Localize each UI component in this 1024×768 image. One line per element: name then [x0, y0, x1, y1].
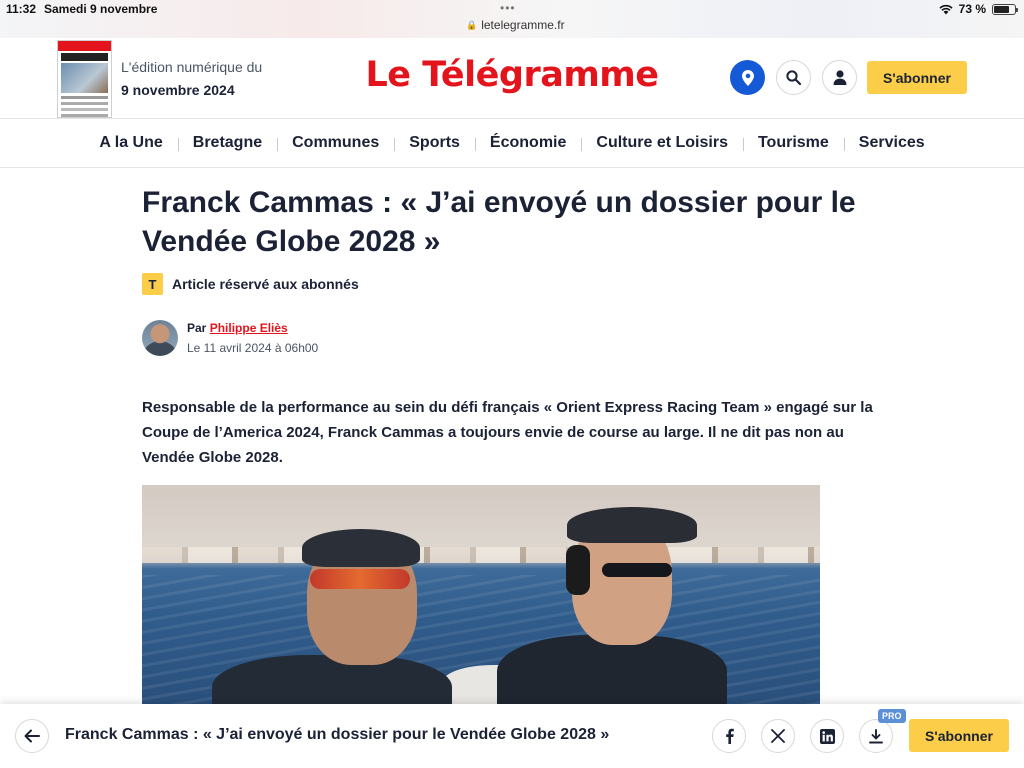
- subscriber-only-label: Article réservé aux abonnés: [172, 276, 359, 292]
- article-lead: Responsable de la performance au sein du…: [142, 399, 873, 466]
- site-header: L'édition numérique du 9 novembre 2024 L…: [0, 38, 1024, 119]
- back-arrow-icon: [24, 729, 40, 743]
- article-photo[interactable]: [142, 485, 820, 705]
- sticky-article-bar: Franck Cammas : « J’ai envoyé un dossier…: [0, 704, 1024, 768]
- status-indicators: 73 %: [939, 2, 1018, 16]
- share-linkedin-button[interactable]: [810, 719, 844, 753]
- search-button[interactable]: [776, 60, 811, 95]
- sticky-subscribe-button[interactable]: S'abonner: [909, 719, 1009, 752]
- linkedin-icon: [819, 728, 835, 744]
- share-facebook-button[interactable]: [712, 719, 746, 753]
- download-button[interactable]: [859, 719, 893, 753]
- edition-label[interactable]: L'édition numérique du: [121, 59, 262, 75]
- lock-icon: 🔒: [466, 19, 478, 30]
- share-x-button[interactable]: [761, 719, 795, 753]
- back-button[interactable]: [15, 719, 49, 753]
- nav-item-sports[interactable]: Sports: [394, 134, 475, 152]
- sticky-article-title: Franck Cammas : « J’ai envoyé un dossier…: [65, 726, 610, 743]
- tab-handle-icon[interactable]: •••: [500, 1, 516, 15]
- nav-item-tourisme[interactable]: Tourisme: [742, 134, 844, 152]
- battery-percent: 73 %: [958, 2, 986, 16]
- battery-icon: [992, 3, 1018, 15]
- nav-item-communes[interactable]: Communes: [277, 134, 394, 152]
- author-byline: Par Philippe Eliès: [187, 321, 288, 335]
- address-bar-url: letelegramme.fr: [481, 18, 565, 32]
- edition-date[interactable]: 9 novembre 2024: [121, 82, 235, 98]
- nav-item-a-la-une[interactable]: A la Une: [84, 134, 177, 152]
- author-avatar[interactable]: [142, 320, 178, 356]
- subscriber-badge-icon: T: [142, 273, 163, 295]
- subscriber-only-tag: T Article réservé aux abonnés: [142, 273, 359, 295]
- nav-item-services[interactable]: Services: [843, 134, 940, 152]
- location-button[interactable]: [730, 60, 765, 95]
- user-icon: [833, 70, 846, 85]
- account-button[interactable]: [822, 60, 857, 95]
- pro-badge: PRO: [878, 709, 906, 723]
- site-logo[interactable]: Le Télégramme: [365, 55, 659, 95]
- address-bar[interactable]: 🔒 letelegramme.fr: [466, 18, 565, 32]
- facebook-icon: [725, 728, 734, 744]
- location-pin-icon: [741, 69, 754, 86]
- nav-item-culture-et-loisirs[interactable]: Culture et Loisirs: [581, 134, 743, 152]
- subscribe-button[interactable]: S'abonner: [867, 61, 967, 94]
- nav-item-economie[interactable]: Économie: [474, 134, 581, 152]
- wifi-icon: [939, 4, 953, 14]
- main-nav: A la Une Bretagne Communes Sports Économ…: [0, 119, 1024, 168]
- x-icon: [771, 729, 785, 743]
- status-date: Samedi 9 novembre: [44, 2, 158, 16]
- status-time: 11:32: [6, 2, 37, 16]
- author-prefix: Par: [187, 321, 207, 335]
- newspaper-edition-thumbnail[interactable]: [57, 40, 112, 118]
- download-icon: [869, 728, 883, 743]
- article-title: Franck Cammas : « J’ai envoyé un dossier…: [142, 186, 856, 258]
- nav-item-bretagne[interactable]: Bretagne: [177, 134, 277, 152]
- author-link[interactable]: Philippe Eliès: [210, 321, 288, 335]
- status-bar: 11:32 Samedi 9 novembre ••• 🔒 letelegram…: [0, 0, 1024, 38]
- search-icon: [786, 70, 801, 85]
- publish-date: Le 11 avril 2024 à 06h00: [187, 341, 319, 355]
